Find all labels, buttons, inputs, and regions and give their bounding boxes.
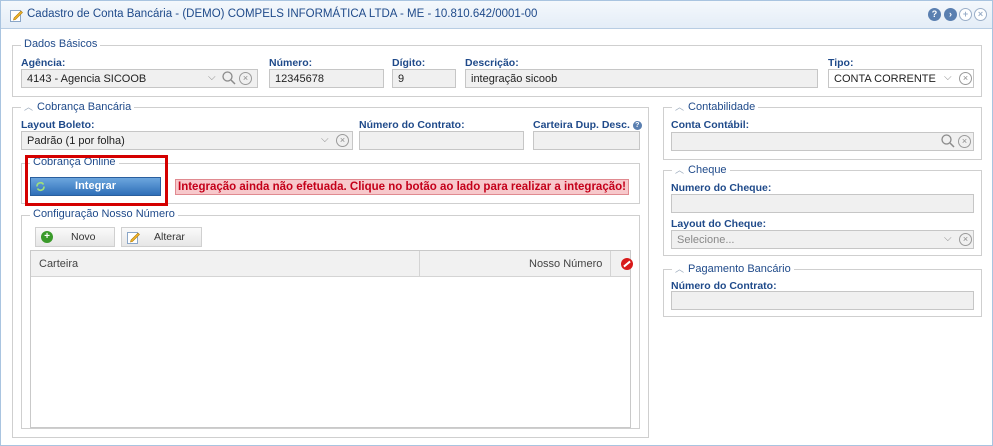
title-bar: Cadastro de Conta Bancária - (DEMO) COMP… xyxy=(1,1,992,29)
integration-warning: Integração ainda não efetuada. Clique no… xyxy=(175,179,629,195)
chevron-down-icon[interactable]: ⌵ xyxy=(944,233,952,244)
pagamento-bancario-legend: ︿ Pagamento Bancário xyxy=(672,262,794,275)
agencia-label: Agência: xyxy=(21,57,66,69)
maximize-icon[interactable]: + xyxy=(959,8,972,21)
carteira-dup-field[interactable] xyxy=(533,131,640,150)
collapse-icon[interactable]: ︿ xyxy=(675,165,684,175)
digito-field[interactable]: 9 xyxy=(392,69,456,88)
clear-icon[interactable]: × xyxy=(959,72,972,85)
column-divider xyxy=(419,251,420,277)
grid-header: Carteira Nosso Número xyxy=(31,251,633,277)
carteira-dup-label: Carteira Dup. Desc. ? xyxy=(533,119,642,131)
novo-button[interactable]: + Novo xyxy=(35,227,115,247)
alterar-button[interactable]: Alterar xyxy=(121,227,202,247)
chevron-down-icon[interactable]: ⌵ xyxy=(208,72,216,83)
contabilidade-legend: ︿ Contabilidade xyxy=(672,100,759,113)
pagamento-numero-contrato-field[interactable] xyxy=(671,291,974,310)
carteira-dup-label-text: Carteira Dup. Desc. xyxy=(533,119,630,131)
numero-cheque-label: Numero do Cheque: xyxy=(671,182,772,194)
next-icon[interactable]: › xyxy=(944,8,957,21)
descricao-field[interactable]: integração sicoob xyxy=(465,69,818,88)
sync-icon xyxy=(36,182,45,191)
cheque-legend: ︿ Cheque xyxy=(672,163,730,176)
chevron-down-icon[interactable]: ⌵ xyxy=(944,72,952,83)
layout-boleto-select[interactable]: Padrão (1 por folha) xyxy=(21,131,353,150)
collapse-icon[interactable]: ︿ xyxy=(24,102,33,112)
pencil-edit-icon xyxy=(10,10,23,22)
novo-button-label: Novo xyxy=(71,231,96,243)
integrar-button[interactable]: Integrar xyxy=(30,177,161,196)
pagamento-bancario-legend-text: Pagamento Bancário xyxy=(688,263,791,275)
layout-cheque-select[interactable]: Selecione... xyxy=(671,230,974,249)
clear-icon[interactable]: × xyxy=(239,72,252,85)
conta-contabil-label: Conta Contábil: xyxy=(671,119,750,131)
column-header-carteira[interactable]: Carteira xyxy=(39,258,78,270)
conta-contabil-field[interactable] xyxy=(671,132,974,151)
numero-contrato-label: Número do Contrato: xyxy=(359,119,465,131)
cobranca-bancaria-legend: ︿ Cobrança Bancária xyxy=(21,100,135,113)
numero-label: Número: xyxy=(269,57,313,69)
clear-icon[interactable]: × xyxy=(336,134,349,147)
help-icon[interactable]: ? xyxy=(928,8,941,21)
clear-icon[interactable]: × xyxy=(959,233,972,246)
chevron-down-icon[interactable]: ⌵ xyxy=(321,134,329,145)
cadastro-conta-bancaria-window: Cadastro de Conta Bancária - (DEMO) COMP… xyxy=(0,0,993,446)
pencil-edit-icon xyxy=(127,232,140,244)
dados-basicos-legend: Dados Básicos xyxy=(21,38,101,50)
cobranca-bancaria-legend-text: Cobrança Bancária xyxy=(37,101,132,113)
collapse-icon[interactable]: ︿ xyxy=(675,102,684,112)
window-title: Cadastro de Conta Bancária - (DEMO) COMP… xyxy=(27,8,538,20)
alterar-button-label: Alterar xyxy=(154,231,185,243)
clear-icon[interactable]: × xyxy=(958,135,971,148)
help-icon[interactable]: ? xyxy=(632,120,642,130)
tipo-select[interactable]: CONTA CORRENTE xyxy=(828,69,974,88)
descricao-label: Descrição: xyxy=(465,57,519,69)
add-icon: + xyxy=(41,231,53,243)
collapse-icon[interactable]: ︿ xyxy=(675,264,684,274)
layout-boleto-label: Layout Boleto: xyxy=(21,119,95,131)
numero-cheque-field[interactable] xyxy=(671,194,974,213)
contabilidade-legend-text: Contabilidade xyxy=(688,101,756,113)
numero-contrato-field[interactable] xyxy=(359,131,524,150)
layout-cheque-label: Layout do Cheque: xyxy=(671,218,767,230)
cheque-legend-text: Cheque xyxy=(688,164,727,176)
nosso-numero-legend: Configuração Nosso Número xyxy=(30,208,178,220)
digito-label: Dígito: xyxy=(392,57,426,69)
delete-icon[interactable] xyxy=(621,258,633,270)
search-icon[interactable] xyxy=(222,71,236,85)
column-header-nosso-numero[interactable]: Nosso Número xyxy=(529,258,602,270)
nosso-numero-grid: Carteira Nosso Número xyxy=(30,250,633,428)
search-icon[interactable] xyxy=(941,134,955,148)
integrar-button-label: Integrar xyxy=(75,180,116,192)
tipo-label: Tipo: xyxy=(828,57,854,69)
close-icon[interactable]: × xyxy=(974,8,987,21)
numero-field[interactable]: 12345678 xyxy=(269,69,384,88)
column-divider xyxy=(610,251,611,277)
